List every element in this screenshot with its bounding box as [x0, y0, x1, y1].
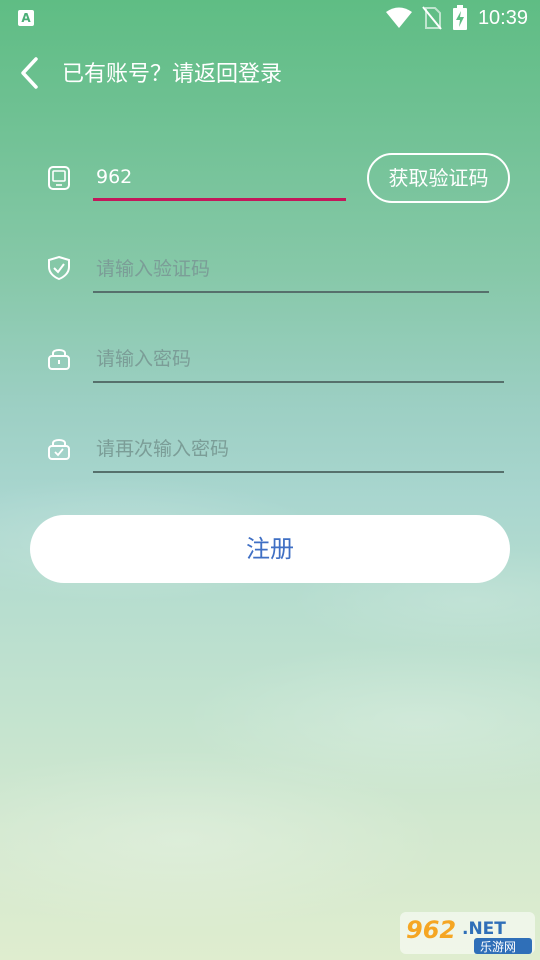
site-watermark-logo: 962 .NET 乐游网	[400, 912, 535, 954]
password-field[interactable]	[93, 339, 507, 383]
phone-icon	[48, 166, 70, 190]
code-input[interactable]	[93, 249, 492, 289]
code-field[interactable]	[93, 249, 492, 293]
phone-underline	[93, 198, 346, 201]
lock-icon	[48, 349, 70, 370]
lock-check-icon	[48, 439, 70, 460]
wifi-icon	[385, 7, 412, 28]
status-icons: 10:39	[385, 0, 528, 36]
shield-check-icon	[48, 255, 70, 281]
phone-input[interactable]	[93, 157, 349, 197]
confirm-password-underline	[93, 471, 504, 473]
status-bar: A 10:39	[0, 0, 540, 36]
password-input[interactable]	[93, 339, 507, 379]
password-underline	[93, 381, 504, 383]
back-to-login-link[interactable]: 已有账号？请返回登录	[62, 56, 282, 88]
clock: 10:39	[477, 6, 528, 29]
confirm-password-input[interactable]	[93, 429, 507, 469]
svg-text:962: 962	[406, 916, 456, 944]
svg-text:乐游网: 乐游网	[480, 940, 516, 954]
phone-field[interactable]	[93, 157, 349, 201]
svg-text:.NET: .NET	[462, 919, 506, 939]
code-underline	[93, 291, 489, 293]
notification-app-icon: A	[18, 10, 34, 26]
confirm-password-field[interactable]	[93, 429, 507, 473]
no-sim-icon	[422, 6, 442, 30]
get-code-button[interactable]: 获取验证码	[367, 153, 510, 203]
back-arrow-icon[interactable]	[16, 54, 46, 92]
register-button[interactable]: 注册	[30, 515, 510, 583]
battery-charging-icon	[452, 5, 467, 30]
